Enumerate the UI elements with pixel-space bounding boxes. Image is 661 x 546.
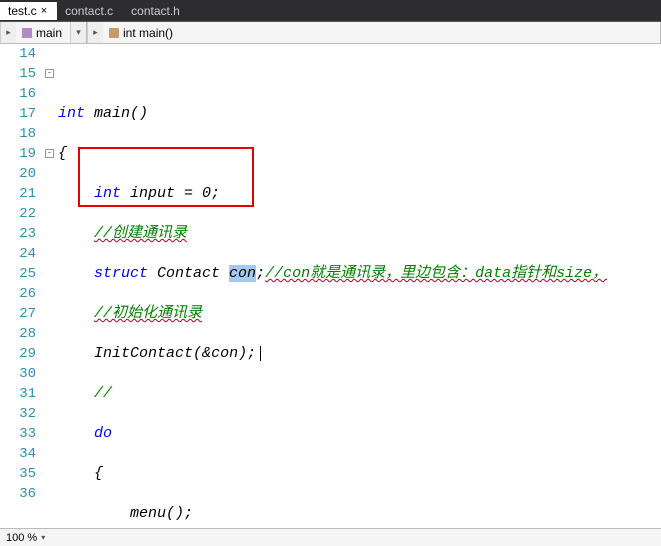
chevron-down-icon: ▾ bbox=[41, 533, 45, 542]
code-text: ); bbox=[238, 345, 256, 362]
method-icon bbox=[109, 28, 119, 38]
tab-label: contact.h bbox=[131, 4, 180, 18]
code-text: () bbox=[130, 105, 148, 122]
fold-toggle[interactable]: - bbox=[45, 69, 54, 78]
code-text: { bbox=[94, 465, 103, 482]
text-cursor bbox=[260, 346, 261, 361]
zoom-label: 100 % bbox=[6, 532, 37, 544]
tab-label: contact.c bbox=[65, 4, 113, 18]
comment: //con就是通讯录，里边包含：data指针和size， bbox=[265, 265, 607, 282]
tab-bar: test.c × contact.c contact.h bbox=[0, 0, 661, 22]
comment: //创建通讯录 bbox=[94, 225, 187, 242]
code-area[interactable]: int main() { int input = 0; //创建通讯录 stru… bbox=[58, 44, 661, 528]
nav-scope-dropdown[interactable]: main ▾ bbox=[16, 22, 87, 43]
fold-column: - - bbox=[44, 44, 58, 528]
nav-member-label: int main() bbox=[123, 26, 173, 40]
module-icon bbox=[22, 28, 32, 38]
fold-toggle[interactable]: - bbox=[45, 149, 54, 158]
selected-text: con bbox=[229, 265, 256, 282]
status-bar: 100 % ▾ bbox=[0, 528, 661, 546]
chevron-down-icon: ▾ bbox=[76, 27, 81, 38]
function-call: InitContact bbox=[94, 345, 193, 362]
function-name: main bbox=[94, 105, 130, 122]
nav-member-dropdown[interactable]: int main() bbox=[103, 22, 661, 43]
code-text: (& bbox=[193, 345, 211, 362]
navigation-bar: ▸ main ▾ ▸ int main() bbox=[0, 22, 661, 44]
tab-contact-h[interactable]: contact.h bbox=[123, 2, 190, 20]
line-number-gutter: 1415161718192021222324252627282930313233… bbox=[0, 44, 44, 528]
keyword: do bbox=[94, 425, 112, 442]
keyword: struct bbox=[94, 265, 148, 282]
keyword: int bbox=[58, 105, 85, 122]
code-text: ; bbox=[256, 265, 265, 282]
comment: //初始化通讯录 bbox=[94, 305, 202, 322]
type-name: Contact bbox=[148, 265, 229, 282]
nav-back-button[interactable]: ▸ bbox=[0, 22, 16, 43]
tab-test-c[interactable]: test.c × bbox=[0, 2, 57, 20]
code-text: con bbox=[211, 345, 238, 362]
keyword: int bbox=[94, 185, 121, 202]
nav-forward-button[interactable]: ▸ bbox=[87, 22, 103, 43]
tab-contact-c[interactable]: contact.c bbox=[57, 2, 123, 20]
nav-scope-label: main bbox=[36, 26, 62, 40]
function-call: menu bbox=[130, 505, 166, 522]
tab-label: test.c bbox=[8, 4, 37, 18]
code-text: (); bbox=[166, 505, 193, 522]
zoom-level[interactable]: 100 % ▾ bbox=[6, 532, 45, 544]
close-icon[interactable]: × bbox=[41, 5, 47, 17]
code-editor[interactable]: 1415161718192021222324252627282930313233… bbox=[0, 44, 661, 528]
comment: // bbox=[94, 385, 112, 402]
code-text: input = 0; bbox=[121, 185, 220, 202]
code-text: { bbox=[58, 145, 67, 162]
